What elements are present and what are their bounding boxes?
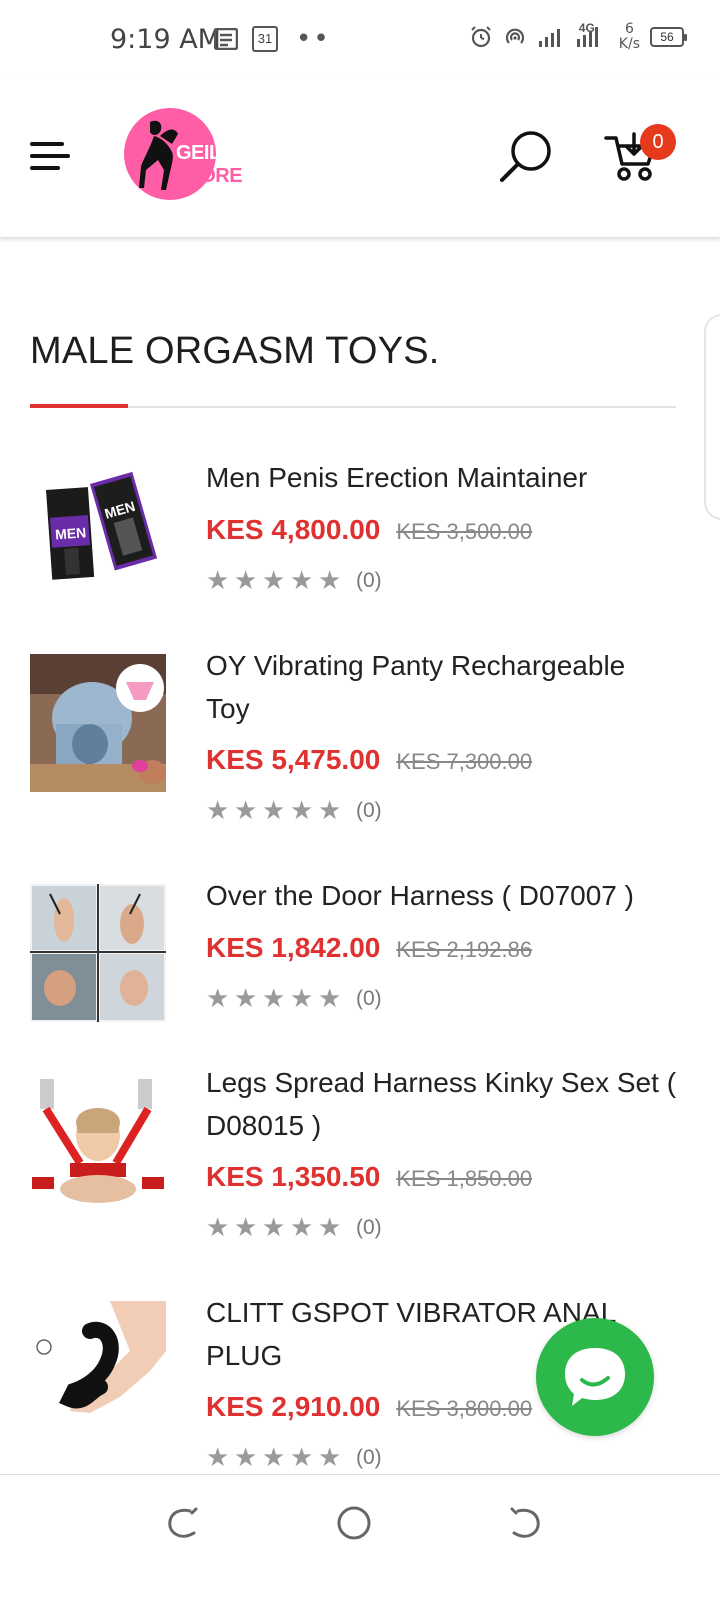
svg-text:MEN: MEN: [55, 524, 87, 542]
product-price: KES 2,910.00: [206, 1391, 381, 1422]
cart-count-badge: 0: [640, 124, 676, 160]
product-old-price: KES 3,500.00: [396, 519, 533, 544]
news-icon: [214, 28, 238, 50]
system-nav-bar: [0, 1474, 720, 1600]
product-old-price: KES 2,192.86: [396, 937, 533, 962]
star-icon: ★: [318, 1443, 342, 1473]
star-icon: ★: [262, 984, 286, 1014]
signal-icon: [538, 29, 560, 47]
rating-row: ★ ★ ★ ★ ★ (0): [206, 1213, 382, 1243]
star-icon: ★: [318, 1213, 342, 1243]
star-icon: ★: [206, 1213, 230, 1243]
product-price: KES 1,350.50: [206, 1161, 381, 1192]
recents-nav-icon: [510, 1507, 540, 1538]
star-icon: ★: [206, 566, 230, 596]
price-row: KES 1,842.00 KES 2,192.86: [206, 932, 532, 964]
star-icon: ★: [318, 796, 342, 826]
chat-button[interactable]: [536, 1318, 654, 1436]
product-item[interactable]: Over the Door Harness ( D07007 ) KES 1,8…: [30, 874, 690, 1024]
product-name[interactable]: Legs Spread Harness Kinky Sex Set ( D080…: [206, 1061, 676, 1147]
search-icon: [500, 131, 551, 182]
price-row: KES 4,800.00 KES 3,500.00: [206, 514, 532, 546]
star-icon: ★: [290, 796, 314, 826]
store-logo[interactable]: GEIL STORE: [124, 108, 284, 200]
star-icon: ★: [290, 1213, 314, 1243]
app-header: GEIL STORE 0: [0, 80, 720, 238]
rating-row: ★ ★ ★ ★ ★ (0): [206, 1443, 382, 1473]
star-icon: ★: [234, 1443, 258, 1473]
star-icon: ★: [318, 984, 342, 1014]
menu-line: [30, 166, 60, 170]
rating-count: (0): [356, 569, 382, 592]
calendar-icon: 31: [252, 26, 278, 52]
star-icon: ★: [206, 1443, 230, 1473]
price-row: KES 1,350.50 KES 1,850.00: [206, 1161, 532, 1193]
star-icon: ★: [234, 984, 258, 1014]
star-icon: ★: [206, 984, 230, 1014]
network-type: 4G: [575, 21, 609, 49]
search-button[interactable]: [498, 126, 558, 186]
home-nav-icon: [337, 1506, 371, 1540]
status-icons-left: 31 ••: [214, 24, 331, 54]
back-nav-icon: [168, 1507, 198, 1538]
star-icon: ★: [318, 566, 342, 596]
product-name[interactable]: Over the Door Harness ( D07007 ): [206, 874, 676, 917]
star-icon: ★: [234, 566, 258, 596]
price-row: KES 5,475.00 KES 7,300.00: [206, 744, 532, 776]
alarm-icon: [471, 26, 491, 48]
star-icon: ★: [206, 796, 230, 826]
product-old-price: KES 7,300.00: [396, 749, 533, 774]
home-nav-button[interactable]: [332, 1501, 376, 1545]
battery-indicator: 56: [650, 27, 687, 47]
back-nav-button[interactable]: [160, 1501, 204, 1545]
star-icon: ★: [262, 566, 286, 596]
title-accent-bar: [30, 404, 128, 408]
product-item[interactable]: OY Vibrating Panty Rechargeable Toy KES …: [30, 644, 690, 834]
product-price: KES 4,800.00: [206, 514, 381, 545]
star-icon: ★: [262, 796, 286, 826]
rating-count: (0): [356, 1216, 382, 1239]
star-icon: ★: [290, 566, 314, 596]
rating-row: ★ ★ ★ ★ ★ (0): [206, 796, 382, 826]
star-icon: ★: [290, 1443, 314, 1473]
star-icon: ★: [234, 796, 258, 826]
product-price: KES 1,842.00: [206, 932, 381, 963]
product-image[interactable]: [30, 654, 166, 792]
product-image[interactable]: MEN MEN: [30, 464, 166, 602]
rating-row: ★ ★ ★ ★ ★ (0): [206, 566, 382, 596]
menu-line: [30, 142, 64, 146]
star-icon: ★: [262, 1443, 286, 1473]
product-old-price: KES 1,850.00: [396, 1166, 533, 1191]
star-icon: ★: [262, 1213, 286, 1243]
product-old-price: KES 3,800.00: [396, 1396, 533, 1421]
rating-row: ★ ★ ★ ★ ★ (0): [206, 984, 382, 1014]
product-price: KES 5,475.00: [206, 744, 381, 775]
status-time: 9:19 AM: [110, 24, 221, 55]
product-item[interactable]: MEN MEN Men Penis Erection Maintainer KE…: [30, 456, 690, 616]
hamburger-menu-button[interactable]: [30, 140, 72, 174]
chat-icon: [565, 1348, 625, 1406]
menu-line: [30, 154, 70, 158]
product-name[interactable]: Men Penis Erection Maintainer: [206, 456, 676, 499]
product-image[interactable]: [30, 1073, 166, 1211]
price-row: KES 2,910.00 KES 3,800.00: [206, 1391, 532, 1423]
status-bar: 9:19 AM 31 •• 4G 6 K/s 56: [0, 0, 720, 80]
logo-text: GEIL STORE: [176, 142, 243, 187]
rating-count: (0): [356, 987, 382, 1010]
product-name[interactable]: OY Vibrating Panty Rechargeable Toy: [206, 644, 676, 730]
network-speed: 6 K/s: [618, 21, 640, 52]
more-notifications-icon: ••: [296, 24, 331, 54]
hotspot-icon: [505, 28, 524, 44]
star-icon: ★: [290, 984, 314, 1014]
product-image[interactable]: [30, 884, 166, 1022]
star-icon: ★: [234, 1213, 258, 1243]
recents-nav-button[interactable]: [504, 1501, 548, 1545]
status-icons-right: 4G 6 K/s 56: [469, 21, 687, 52]
rating-count: (0): [356, 1446, 382, 1469]
page-title: MALE ORGASM TOYS.: [30, 330, 440, 372]
side-panel-tab[interactable]: [704, 314, 720, 520]
rating-count: (0): [356, 799, 382, 822]
product-item[interactable]: Legs Spread Harness Kinky Sex Set ( D080…: [30, 1061, 690, 1251]
product-image[interactable]: [30, 1301, 166, 1439]
